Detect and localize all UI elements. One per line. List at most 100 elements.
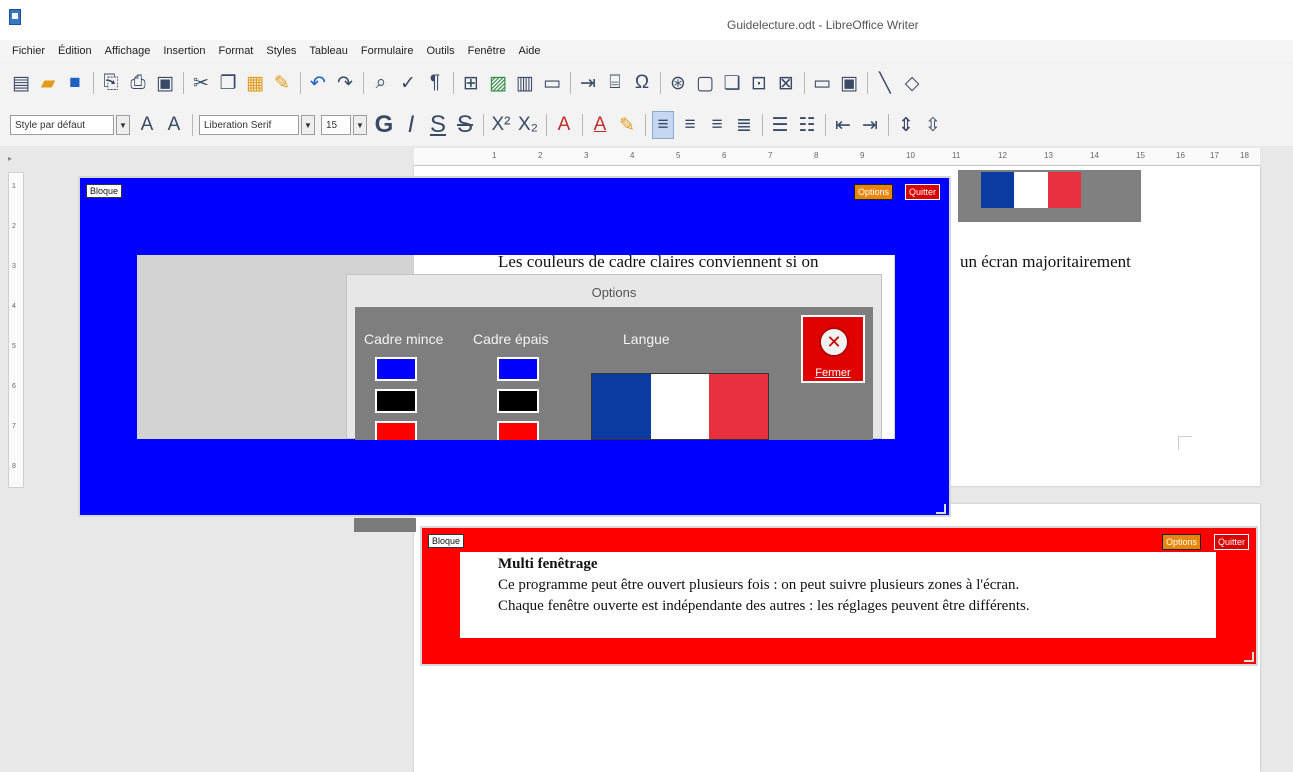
strikethrough-button[interactable]: S (454, 111, 476, 139)
language-label: Langue (623, 331, 670, 347)
find-replace-icon[interactable]: ⌕ (370, 69, 392, 97)
align-left-icon[interactable]: ≡ (652, 111, 674, 139)
toolbar-separator (93, 72, 94, 94)
print-icon[interactable]: ⎙ (127, 69, 149, 97)
open-folder-icon[interactable]: ▰ (37, 69, 59, 97)
insert-field-icon[interactable]: ⌸ (604, 69, 626, 97)
font-color-icon[interactable]: A (589, 111, 611, 139)
formatting-marks-icon[interactable]: ¶ (424, 69, 446, 97)
redo-icon[interactable]: ↷ (334, 69, 356, 97)
insert-image-icon[interactable]: ▨ (487, 69, 509, 97)
footnote-icon[interactable]: ▢ (694, 69, 716, 97)
undo-icon[interactable]: ↶ (307, 69, 329, 97)
decrease-indent-icon[interactable]: ⇥ (859, 111, 881, 139)
page-break-icon[interactable]: ⇥ (577, 69, 599, 97)
track-changes-icon[interactable]: ▣ (838, 69, 860, 97)
chevron-down-icon[interactable]: ▼ (301, 115, 315, 135)
chevron-down-icon[interactable]: ▼ (353, 115, 367, 135)
new-document-icon[interactable]: ▤ (10, 69, 32, 97)
thick-frame-black-swatch[interactable] (497, 389, 539, 413)
menu-fenetre[interactable]: Fenêtre (468, 45, 506, 57)
menu-affichage[interactable]: Affichage (105, 45, 151, 57)
quit-button[interactable]: Quitter (1214, 534, 1250, 550)
menu-styles[interactable]: Styles (266, 45, 296, 57)
menu-insertion[interactable]: Insertion (163, 45, 205, 57)
copy-icon[interactable]: ❐ (217, 69, 239, 97)
ruler-tick: 7 (768, 151, 773, 160)
thin-frame-black-swatch[interactable] (375, 389, 417, 413)
cross-reference-icon[interactable]: ⊠ (775, 69, 797, 97)
highlight-color-icon[interactable]: ✎ (616, 111, 638, 139)
paste-icon[interactable]: ▦ (244, 69, 266, 97)
chevron-down-icon[interactable]: ▼ (116, 115, 130, 135)
font-name-combo[interactable]: Liberation Serif (199, 115, 299, 135)
italic-button[interactable]: I (400, 111, 422, 139)
insert-table-icon[interactable]: ⊞ (460, 69, 482, 97)
menu-edition[interactable]: Édition (58, 45, 92, 57)
thin-frame-blue-swatch[interactable] (375, 357, 417, 381)
subscript-icon[interactable]: X₂ (517, 111, 539, 139)
align-right-icon[interactable]: ≡ (706, 111, 728, 139)
thin-frame-red-swatch[interactable] (375, 421, 417, 440)
lock-button[interactable]: Bloque (428, 534, 465, 548)
insert-textbox-icon[interactable]: ▭ (541, 69, 563, 97)
justify-icon[interactable]: ≣ (733, 111, 755, 139)
thick-frame-red-swatch[interactable] (497, 421, 539, 440)
ruler-tick: 6 (722, 151, 727, 160)
special-character-icon[interactable]: Ω (631, 69, 653, 97)
vertical-ruler[interactable]: 1 2 3 4 5 6 7 8 (8, 172, 24, 488)
menu-fichier[interactable]: Fichier (12, 45, 45, 57)
language-french-flag[interactable] (591, 373, 769, 440)
ruler-tick: 3 (12, 263, 16, 270)
paragraph-spacing-icon[interactable]: ⇳ (922, 111, 944, 139)
menu-formulaire[interactable]: Formulaire (361, 45, 414, 57)
resize-grip-icon[interactable] (936, 504, 946, 514)
ruler-tick: 17 (1210, 151, 1219, 160)
print-preview-icon[interactable]: ▣ (154, 69, 176, 97)
font-size-combo[interactable]: 15 (321, 115, 351, 135)
cut-icon[interactable]: ✂ (190, 69, 212, 97)
superscript-icon[interactable]: X² (490, 111, 512, 139)
numbered-list-icon[interactable]: ☷ (796, 111, 818, 139)
align-center-icon[interactable]: ≡ (679, 111, 701, 139)
line-spacing-icon[interactable]: ⇕ (895, 111, 917, 139)
update-style-icon[interactable]: A (136, 111, 158, 139)
new-style-icon[interactable]: A (163, 111, 185, 139)
writer-app-icon (9, 9, 21, 25)
increase-indent-icon[interactable]: ⇤ (832, 111, 854, 139)
menu-tableau[interactable]: Tableau (309, 45, 348, 57)
options-button[interactable]: Options (854, 184, 894, 200)
ruler-tick: 4 (12, 303, 16, 310)
bold-button[interactable]: G (373, 111, 395, 139)
thick-frame-blue-swatch[interactable] (497, 357, 539, 381)
ruler-tick: 12 (998, 151, 1007, 160)
quit-button[interactable]: Quitter (905, 184, 941, 200)
resize-grip-icon[interactable] (1244, 652, 1254, 662)
toolbar-separator (867, 72, 868, 94)
close-dialog-button[interactable]: ✕ Fermer (801, 315, 865, 383)
menu-outils[interactable]: Outils (426, 45, 454, 57)
bookmark-icon[interactable]: ⊡ (748, 69, 770, 97)
clone-format-icon[interactable]: ✎ (271, 69, 293, 97)
paragraph-style-combo[interactable]: Style par défaut (10, 115, 114, 135)
bullet-list-icon[interactable]: ☰ (769, 111, 791, 139)
horizontal-ruler[interactable]: 1 2 3 4 5 6 7 8 9 10 11 12 13 14 15 16 1… (414, 148, 1260, 166)
options-button[interactable]: Options (1162, 534, 1202, 550)
export-pdf-icon[interactable]: ⎘ (100, 69, 122, 97)
menu-aide[interactable]: Aide (519, 45, 541, 57)
comment-icon[interactable]: ▭ (811, 69, 833, 97)
ruler-tick: 5 (676, 151, 681, 160)
endnote-icon[interactable]: ❏ (721, 69, 743, 97)
basic-shapes-icon[interactable]: ◇ (901, 69, 923, 97)
menu-format[interactable]: Format (219, 45, 254, 57)
thick-frame-label: Cadre épais (473, 331, 549, 347)
line-icon[interactable]: ╲ (874, 69, 896, 97)
clear-formatting-icon[interactable]: A (553, 111, 575, 139)
save-icon[interactable]: ■ (64, 69, 86, 97)
insert-chart-icon[interactable]: ▥ (514, 69, 536, 97)
hyperlink-icon[interactable]: ⊛ (667, 69, 689, 97)
underline-button[interactable]: S (427, 111, 449, 139)
toolbar-separator (453, 72, 454, 94)
spellcheck-icon[interactable]: ✓ (397, 69, 419, 97)
lock-button[interactable]: Bloque (86, 184, 123, 198)
